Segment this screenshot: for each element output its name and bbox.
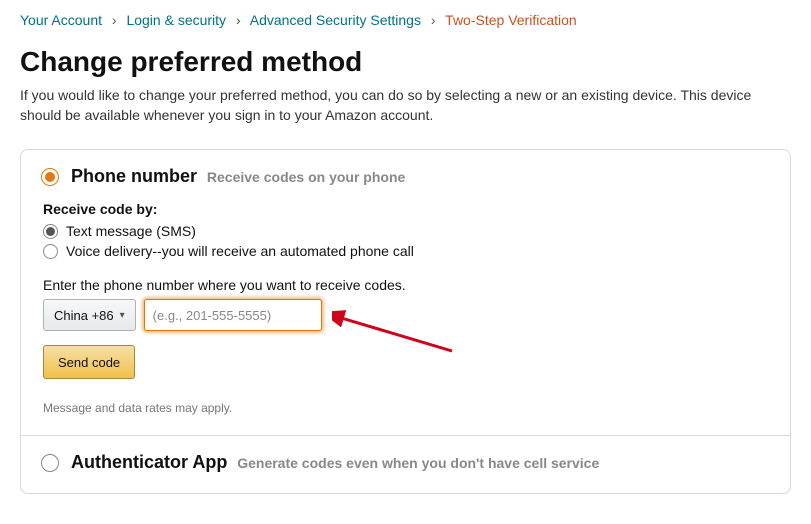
section-authenticator[interactable]: Authenticator App Generate codes even wh… [21, 435, 790, 493]
country-code-value: China +86 [54, 308, 114, 323]
receive-code-by-label: Receive code by: [43, 201, 770, 217]
country-code-select[interactable]: China +86 ▾ [43, 299, 136, 331]
option-sms-label: Text message (SMS) [66, 223, 196, 239]
breadcrumb-sep: › [112, 12, 117, 28]
page-description: If you would like to change your preferr… [20, 86, 791, 125]
breadcrumb-link-account[interactable]: Your Account [20, 12, 102, 28]
radio-sms[interactable] [43, 224, 58, 239]
breadcrumb-link-advanced-security[interactable]: Advanced Security Settings [250, 12, 421, 28]
radio-authenticator-method[interactable] [41, 454, 59, 472]
breadcrumb: Your Account › Login & security › Advanc… [20, 12, 791, 28]
option-voice[interactable]: Voice delivery--you will receive an auto… [43, 243, 770, 259]
radio-voice[interactable] [43, 244, 58, 259]
section-authenticator-title: Authenticator App [71, 452, 227, 472]
breadcrumb-sep: › [431, 12, 436, 28]
enter-number-label: Enter the phone number where you want to… [43, 277, 770, 293]
breadcrumb-link-login-security[interactable]: Login & security [126, 12, 226, 28]
section-authenticator-subtitle: Generate codes even when you don't have … [237, 455, 599, 471]
option-voice-label: Voice delivery--you will receive an auto… [66, 243, 414, 259]
chevron-down-icon: ▾ [120, 310, 125, 321]
breadcrumb-current: Two-Step Verification [445, 12, 577, 28]
arrow-icon [332, 309, 462, 359]
radio-phone-method[interactable] [41, 168, 59, 186]
page-title: Change preferred method [20, 46, 791, 78]
option-sms[interactable]: Text message (SMS) [43, 223, 770, 239]
method-panel: Phone number Receive codes on your phone… [20, 149, 791, 494]
breadcrumb-sep: › [236, 12, 241, 28]
phone-number-input[interactable] [144, 299, 322, 331]
send-code-button[interactable]: Send code [43, 345, 135, 379]
section-phone: Phone number Receive codes on your phone… [21, 150, 790, 435]
section-phone-title: Phone number [71, 166, 197, 186]
section-phone-subtitle: Receive codes on your phone [207, 169, 405, 185]
rates-footnote: Message and data rates may apply. [43, 401, 770, 415]
